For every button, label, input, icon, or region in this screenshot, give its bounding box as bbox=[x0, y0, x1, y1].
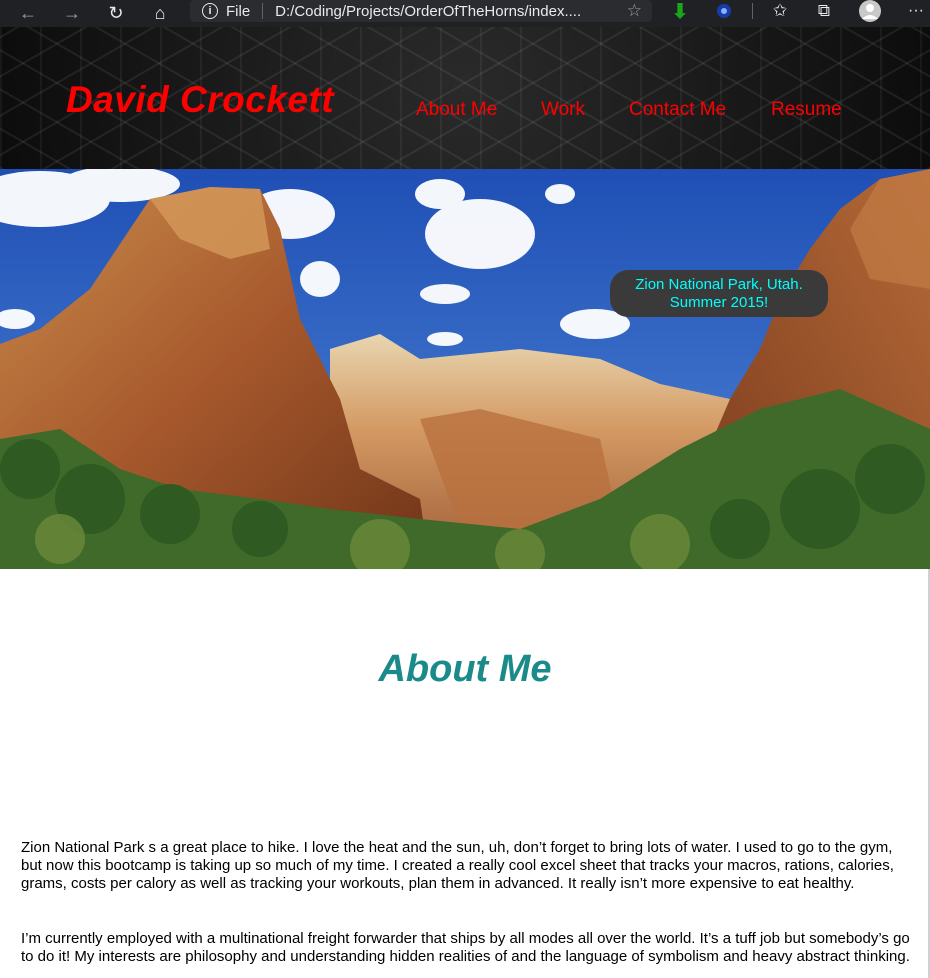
zion-canyon-photo bbox=[0, 169, 930, 569]
toolbar-divider bbox=[752, 3, 753, 19]
photo-caption: Zion National Park, Utah. Summer 2015! bbox=[610, 270, 828, 317]
caption-line-1: Zion National Park, Utah. bbox=[635, 275, 803, 293]
favorites-icon[interactable]: ✩ bbox=[768, 0, 792, 22]
profile-avatar-icon[interactable] bbox=[858, 0, 882, 22]
nav-work[interactable]: Work bbox=[541, 99, 585, 121]
about-paragraph-2: I’m currently employed with a multinatio… bbox=[21, 930, 910, 965]
browser-toolbar: ← → ↻ ⌂ i File D:/Coding/Projects/OrderO… bbox=[0, 0, 930, 27]
address-bar[interactable]: i File D:/Coding/Projects/OrderOfTheHorn… bbox=[190, 0, 652, 22]
nav-contact-me[interactable]: Contact Me bbox=[629, 99, 726, 121]
forward-icon[interactable]: → bbox=[58, 0, 86, 27]
about-heading: About Me bbox=[378, 648, 552, 690]
site-header: David Crockett About Me Work Contact Me … bbox=[0, 27, 930, 169]
add-favorite-icon[interactable]: ☆ bbox=[627, 1, 642, 21]
caption-line-2: Summer 2015! bbox=[669, 293, 769, 311]
site-brand[interactable]: David Crockett bbox=[66, 79, 334, 121]
url-text[interactable]: D:/Coding/Projects/OrderOfTheHorns/index… bbox=[275, 3, 615, 20]
reload-icon[interactable]: ↻ bbox=[102, 0, 130, 27]
more-options-icon[interactable]: ··· bbox=[904, 0, 928, 22]
back-icon[interactable]: ← bbox=[14, 0, 42, 27]
nav-resume[interactable]: Resume bbox=[771, 99, 842, 121]
info-icon[interactable]: i bbox=[202, 3, 218, 19]
extension-icon[interactable] bbox=[712, 0, 736, 22]
about-paragraph-1: Zion National Park s a great place to hi… bbox=[21, 839, 894, 892]
address-separator bbox=[262, 3, 264, 19]
file-scheme-label: File bbox=[226, 2, 251, 20]
hero-image: Zion National Park, Utah. Summer 2015! bbox=[0, 169, 930, 569]
collections-icon[interactable]: ⧉ bbox=[812, 0, 836, 22]
download-arrow-icon[interactable]: ⬇ bbox=[668, 0, 692, 23]
home-icon[interactable]: ⌂ bbox=[146, 0, 174, 27]
nav-about-me[interactable]: About Me bbox=[416, 99, 497, 121]
